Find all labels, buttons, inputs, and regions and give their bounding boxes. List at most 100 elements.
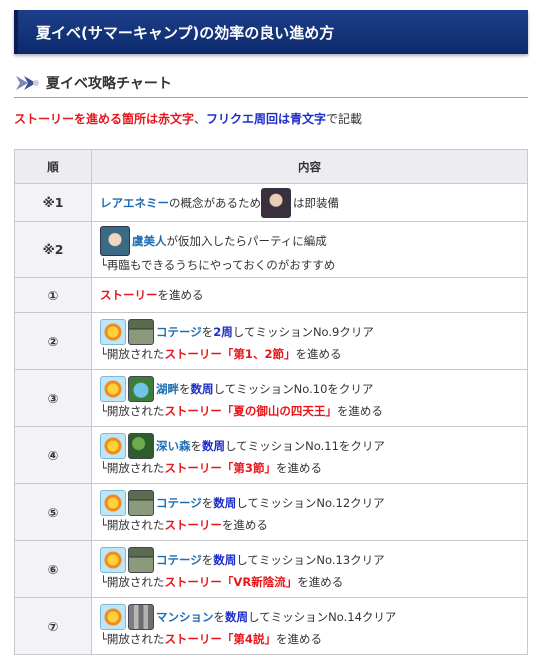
intro-separator: 、 <box>194 112 207 126</box>
row-number: ④ <box>14 426 92 484</box>
run-count: 数周 <box>225 610 248 624</box>
section-title: 夏イベ攻略チャート <box>46 75 172 92</box>
run-count: 数周 <box>190 382 214 396</box>
row-text: してミッションNo.10をクリア <box>213 382 374 396</box>
row-text: を <box>201 553 214 567</box>
row-subtext: └開放されたストーリー「第3節」を進める <box>100 461 322 475</box>
story-text: ストーリー「第1、2節」 <box>164 347 296 361</box>
row-text: を <box>213 610 226 624</box>
intro-suffix: で記載 <box>326 112 363 126</box>
story-text: ストーリー「第3節」 <box>164 461 276 475</box>
section-heading: 夏イベ攻略チャート <box>14 68 528 98</box>
row-subtext: └開放されたストーリー「夏の御山の四天王」を進める <box>100 404 383 418</box>
row-subtext: └開放されたストーリー「第1、2節」を進める <box>100 347 342 361</box>
table-row: ④ 深い森を数周 してミッションNo.11をクリア └開放されたストーリー「第3節… <box>14 426 528 484</box>
mansion-icon <box>128 604 154 630</box>
run-count: 数周 <box>202 439 225 453</box>
sun-icon <box>100 604 126 630</box>
row-content: ストーリー を進める <box>91 277 528 313</box>
row-text: を進める <box>157 288 204 302</box>
quest-link[interactable]: 湖畔 <box>156 380 179 398</box>
table-row: ③ 湖畔を数周 してミッションNo.10をクリア └開放されたストーリー「夏の御山… <box>14 369 528 427</box>
guide-table: 順 内容 ※1 レアエネミー の概念があるため は即装備 ※2 虞美人 が仮加入したら <box>14 149 528 655</box>
cottage-icon <box>128 490 154 516</box>
row-number: ※1 <box>14 183 92 222</box>
row-number: ② <box>14 312 92 370</box>
row-number: ⑤ <box>14 483 92 541</box>
row-content: レアエネミー の概念があるため は即装備 <box>91 183 528 222</box>
table-row: ② コテージを 2周 してミッションNo.9クリア └開放されたストーリー「第1、2… <box>14 312 528 370</box>
row-number: ※2 <box>14 221 92 278</box>
row-content: マンションを数周 してミッションNo.14クリア └開放されたストーリー「第4説」… <box>91 597 528 655</box>
row-content: 湖畔を数周 してミッションNo.10をクリア └開放されたストーリー「夏の御山の四… <box>91 369 528 427</box>
row-text: を <box>201 325 214 339</box>
table-row: ⑦ マンションを数周 してミッションNo.14クリア └開放されたストーリー「第4… <box>14 597 528 655</box>
quest-link[interactable]: 深い森 <box>156 437 191 455</box>
story-text: ストーリー「VR新陰流」 <box>164 575 298 589</box>
servant-link[interactable]: 虞美人 <box>132 232 167 250</box>
row-text: を <box>190 439 203 453</box>
story-text: ストーリー <box>164 518 222 532</box>
row-content: 深い森を数周 してミッションNo.11をクリア └開放されたストーリー「第3節」を… <box>91 426 528 484</box>
table-header-row: 順 内容 <box>14 149 528 184</box>
row-text: してミッションNo.11をクリア <box>225 439 385 453</box>
character-icon <box>100 225 130 256</box>
row-number: ⑦ <box>14 597 92 655</box>
row-text: は即装備 <box>293 195 339 210</box>
run-count: 数周 <box>213 496 237 510</box>
page-title: 夏イベ(サマーキャンプ)の効率の良い進め方 <box>36 23 335 42</box>
intro-blue-text: フリクエ周回は青文字 <box>206 112 327 126</box>
sun-icon <box>100 433 126 459</box>
row-text: してミッションNo.14クリア <box>248 610 397 624</box>
row-text: してミッションNo.9クリア <box>232 325 374 339</box>
row-subtext: └再臨もできるうちにやっておくのがおすすめ <box>100 257 336 272</box>
intro-red-text: ストーリーを進める箇所は赤文字 <box>14 112 195 126</box>
table-row: ① ストーリー を進める <box>14 277 528 313</box>
table-row: ※1 レアエネミー の概念があるため は即装備 <box>14 183 528 222</box>
row-content: 虞美人 が仮加入したらパーティに編成 └再臨もできるうちにやっておくのがおすすめ <box>91 221 528 278</box>
row-text: の概念があるため <box>169 195 261 210</box>
row-content: コテージを 2周 してミッションNo.9クリア └開放されたストーリー「第1、2節」… <box>91 312 528 370</box>
lake-icon <box>128 376 154 402</box>
quest-link[interactable]: マンション <box>156 608 214 626</box>
sun-icon <box>100 319 126 345</box>
row-number: ① <box>14 277 92 313</box>
cottage-icon <box>128 319 154 345</box>
row-text: してミッションNo.13クリア <box>236 553 385 567</box>
header-order: 順 <box>14 149 92 184</box>
rare-enemy-link[interactable]: レアエネミー <box>100 194 169 212</box>
header-content: 内容 <box>91 149 528 184</box>
row-number: ③ <box>14 369 92 427</box>
arrow-icon <box>16 75 39 90</box>
sun-icon <box>100 490 126 516</box>
quest-link[interactable]: コテージ <box>156 323 202 341</box>
page-header: 夏イベ(サマーキャンプ)の効率の良い進め方 <box>14 10 528 54</box>
row-text: してミッションNo.12クリア <box>236 496 385 510</box>
run-count: 数周 <box>213 553 237 567</box>
row-subtext: └開放されたストーリー「第4説」を進める <box>100 632 322 646</box>
row-text: が仮加入したらパーティに編成 <box>166 233 327 248</box>
sun-icon <box>100 547 126 573</box>
forest-icon <box>128 433 154 459</box>
table-row: ※2 虞美人 が仮加入したらパーティに編成 └再臨もできるうちにやっておくのがおす… <box>14 221 528 278</box>
story-text: ストーリー <box>100 288 158 302</box>
quest-link[interactable]: コテージ <box>156 551 202 569</box>
quest-link[interactable]: コテージ <box>156 494 202 512</box>
story-text: ストーリー「第4説」 <box>164 632 276 646</box>
character-icon <box>261 187 291 218</box>
table-row: ⑥ コテージを数周 してミッションNo.13クリア └開放されたストーリー「VR新… <box>14 540 528 598</box>
story-text: ストーリー「夏の御山の四天王」 <box>164 404 337 418</box>
sun-icon <box>100 376 126 402</box>
page: 夏イベ(サマーキャンプ)の効率の良い進め方 夏イベ攻略チャート ストーリーを進め… <box>0 0 546 658</box>
cottage-icon <box>128 547 154 573</box>
row-content: コテージを数周 してミッションNo.12クリア └開放されたストーリーを進める <box>91 483 528 541</box>
row-text: を <box>201 496 214 510</box>
row-subtext: └開放されたストーリー「VR新陰流」を進める <box>100 575 344 589</box>
table-row: ⑤ コテージを数周 してミッションNo.12クリア └開放されたストーリーを進める <box>14 483 528 541</box>
run-count: 2周 <box>213 325 233 339</box>
row-text: を <box>179 382 191 396</box>
row-content: コテージを数周 してミッションNo.13クリア └開放されたストーリー「VR新陰流… <box>91 540 528 598</box>
intro-text: ストーリーを進める箇所は赤文字、フリクエ周回は青文字で記載 <box>14 110 362 127</box>
row-number: ⑥ <box>14 540 92 598</box>
row-subtext: └開放されたストーリーを進める <box>100 518 268 532</box>
